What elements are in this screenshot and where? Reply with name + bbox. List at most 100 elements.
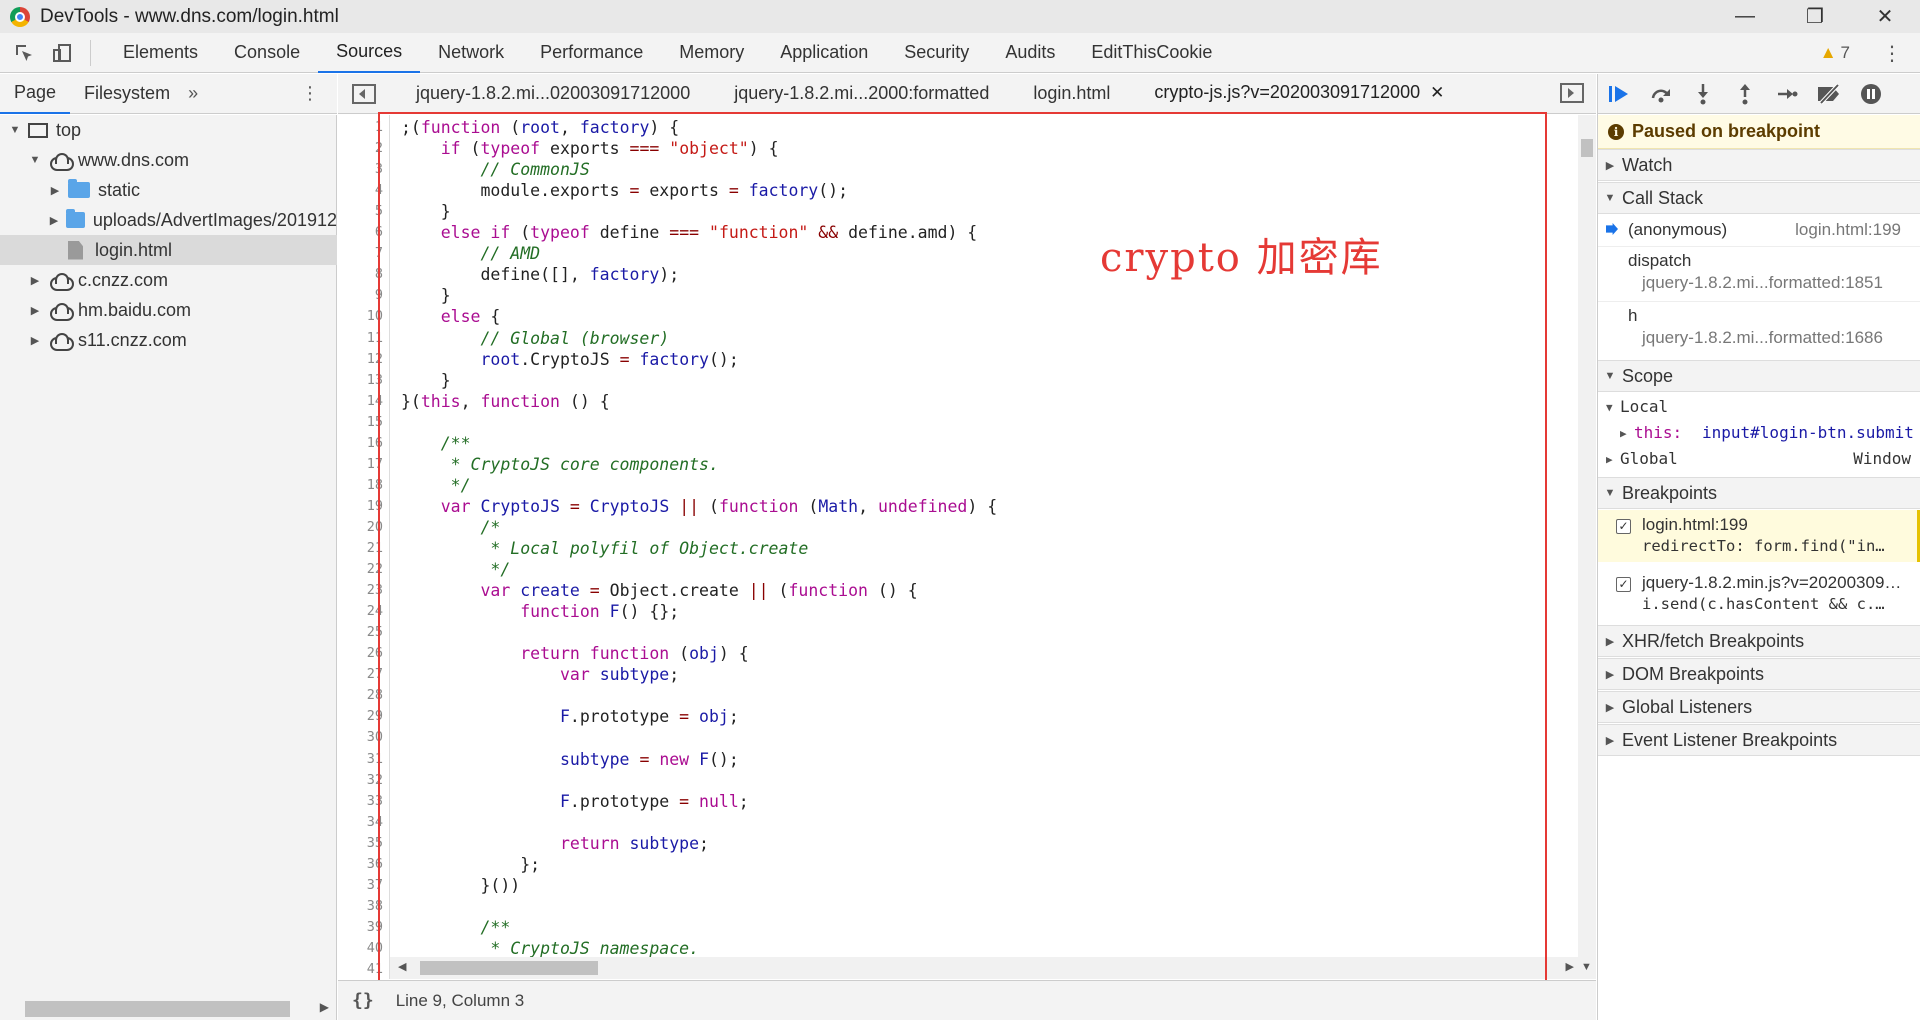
code-line[interactable]: root.CryptoJS = factory(); [401,349,738,370]
line-number[interactable]: 20 [367,517,383,538]
code-line[interactable]: // Global (browser) [401,328,669,349]
pause-on-exceptions-icon[interactable] [1850,74,1892,114]
line-number[interactable]: 28 [367,685,383,706]
scope-global[interactable]: ▶ Global Window [1598,449,1920,473]
code-line[interactable]: return subtype; [401,833,709,854]
line-number[interactable]: 14 [367,391,383,412]
line-number[interactable]: 8 [375,264,383,285]
line-number[interactable]: 41 [367,959,383,979]
code-line[interactable]: /** [401,433,471,454]
code-line[interactable]: } [401,201,451,222]
code-line[interactable]: F.prototype = null; [401,791,749,812]
line-number[interactable]: 5 [375,201,383,222]
code-line[interactable]: /* [401,517,500,538]
line-number-gutter[interactable]: 1 2 3 4 5 6 7 8 9 10 11 12 13 14 15 16 17 18 19 20 21 22 23 24 2… [338,115,390,979]
breakpoint-item[interactable]: ✓ jquery-1.8.2.min.js?v=20200309… i.send(c… [1598,568,1920,620]
tab-audits[interactable]: Audits [987,33,1073,73]
line-number[interactable]: 4 [375,180,383,201]
tab-console[interactable]: Console [216,33,318,73]
code-line[interactable]: */ [401,475,471,496]
line-number[interactable]: 17 [367,454,383,475]
line-number[interactable]: 24 [367,601,383,622]
pretty-print-button[interactable]: {} [352,990,374,1011]
line-number[interactable]: 34 [367,812,383,833]
toggle-navigator-icon[interactable] [352,83,376,104]
code-line[interactable]: /** [401,917,510,938]
line-number[interactable]: 9 [375,285,383,306]
call-frame[interactable]: h jquery-1.8.2.mi...formatted:1686 [1598,301,1920,355]
code-line[interactable]: else { [401,306,501,327]
tab-page[interactable]: Page [0,74,71,114]
section-global-listeners[interactable]: ▶ Global Listeners [1598,691,1920,723]
navigator-horizontal-scrollbar[interactable]: ▶ [0,995,337,1020]
tree-item[interactable]: ▶ hm.baidu.com [0,295,337,325]
code-line[interactable]: }()) [401,875,520,896]
line-number[interactable]: 6 [375,222,383,243]
breakpoint-checkbox[interactable]: ✓ [1616,577,1631,592]
section-breakpoints[interactable]: ▼ Breakpoints [1598,477,1920,509]
code-line[interactable]: return function (obj) { [401,643,749,664]
tab-security[interactable]: Security [886,33,987,73]
code-line[interactable]: define([], factory); [401,264,679,285]
line-number[interactable]: 23 [367,580,383,601]
tree-item[interactable]: login.html [0,235,337,265]
editor-horizontal-scrollbar[interactable]: ◀ ▶ [390,957,1578,979]
line-number[interactable]: 15 [367,412,383,433]
code-line[interactable]: * CryptoJS core components. [401,454,719,475]
tab-performance[interactable]: Performance [522,33,661,73]
section-dom-breakpoints[interactable]: ▶ DOM Breakpoints [1598,658,1920,690]
line-number[interactable]: 19 [367,496,383,517]
customize-menu-icon[interactable]: ⋮ [1882,33,1902,73]
editor-vertical-scrollbar[interactable]: ▼ [1578,115,1596,979]
step-icon[interactable] [1766,74,1808,114]
tab-sources[interactable]: Sources [318,33,421,73]
device-toolbar-icon[interactable] [48,39,76,67]
tab-memory[interactable]: Memory [661,33,762,73]
section-call-stack[interactable]: ▼ Call Stack [1598,182,1920,214]
code-line[interactable]: } [401,285,451,306]
tab-filesystem[interactable]: Filesystem [70,74,184,114]
line-number[interactable]: 26 [367,643,383,664]
line-number[interactable]: 3 [375,159,383,180]
line-number[interactable]: 2 [375,138,383,159]
line-number[interactable]: 32 [367,770,383,791]
restore-button[interactable]: ❐ [1780,0,1850,33]
inspect-element-icon[interactable] [10,39,38,67]
close-window-button[interactable]: ✕ [1850,0,1920,33]
section-watch[interactable]: ▶ Watch [1598,149,1920,181]
code-line[interactable]: function F() {}; [401,601,679,622]
code-line[interactable]: var subtype; [401,664,679,685]
line-number[interactable]: 25 [367,622,383,643]
editor-tab[interactable]: login.html [1011,74,1132,114]
code-line[interactable]: module.exports = exports = factory(); [401,180,848,201]
line-number[interactable]: 38 [367,896,383,917]
editor-tab[interactable]: jquery-1.8.2.mi...02003091712000 [394,74,712,114]
scope-this[interactable]: ▶ this: input#login-btn.submit [1598,423,1920,447]
line-number[interactable]: 21 [367,538,383,559]
call-frame[interactable]: (anonymous) login.html:199 [1598,215,1920,245]
line-number[interactable]: 18 [367,475,383,496]
line-number[interactable]: 39 [367,917,383,938]
code-line[interactable]: } [401,370,451,391]
step-into-icon[interactable] [1682,74,1724,114]
code-line[interactable]: ;(function (root, factory) { [401,117,679,138]
step-out-icon[interactable] [1724,74,1766,114]
line-number[interactable]: 11 [367,328,383,349]
code-line[interactable]: subtype = new F(); [401,749,739,770]
code-line[interactable]: F.prototype = obj; [401,706,739,727]
line-number[interactable]: 36 [367,854,383,875]
line-number[interactable]: 35 [367,833,383,854]
code-line[interactable]: // CommonJS [401,159,589,180]
code-line[interactable]: */ [401,559,510,580]
line-number[interactable]: 7 [375,243,383,264]
line-number[interactable]: 29 [367,706,383,727]
line-number[interactable]: 37 [367,875,383,896]
code-line[interactable]: var create = Object.create || (function … [401,580,917,601]
code-line[interactable]: }(this, function () { [401,391,610,412]
call-frame[interactable]: dispatch jquery-1.8.2.mi...formatted:1851 [1598,246,1920,300]
line-number[interactable]: 10 [367,306,383,327]
warnings-badge[interactable]: ▲ 7 [1820,33,1850,73]
navigator-menu-icon[interactable]: ⋮ [301,83,319,104]
close-tab-icon[interactable]: ✕ [1430,83,1444,103]
line-number[interactable]: 40 [367,938,383,959]
